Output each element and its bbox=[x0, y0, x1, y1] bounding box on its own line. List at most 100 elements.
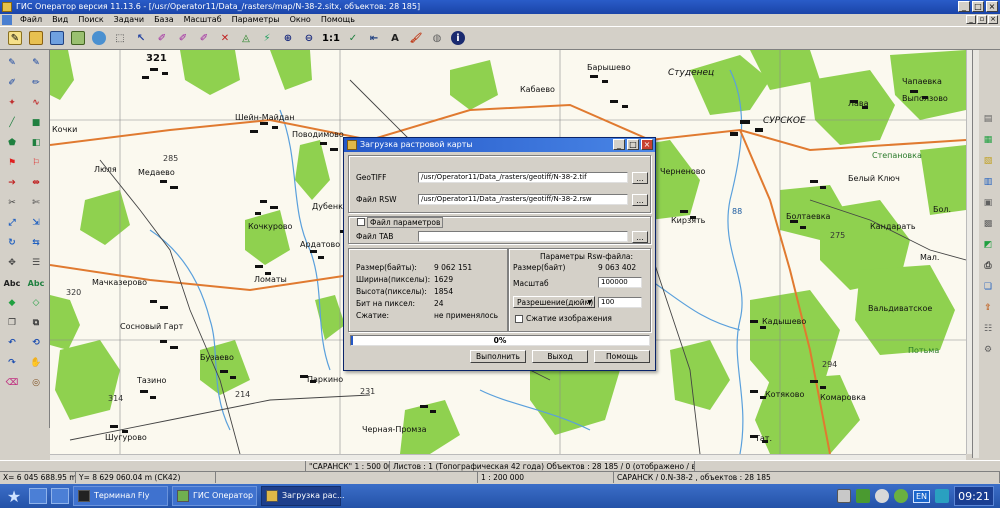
menu-file[interactable]: Файл bbox=[15, 14, 47, 26]
new-map-button[interactable]: ✎ bbox=[6, 29, 24, 47]
delete-selection-button[interactable]: ✕ bbox=[216, 29, 234, 47]
target-tool[interactable]: ◎ bbox=[27, 374, 45, 392]
layers-button[interactable] bbox=[69, 29, 87, 47]
select-button[interactable]: ⬚ bbox=[111, 29, 129, 47]
right-tool-4[interactable]: ▥ bbox=[979, 173, 997, 191]
text-tool-1[interactable]: Abc bbox=[3, 274, 21, 292]
spline-tool[interactable]: ∿ bbox=[27, 94, 45, 112]
mirror-tool[interactable]: ⇆ bbox=[27, 234, 45, 252]
arrow-tool[interactable]: ➔ bbox=[3, 174, 21, 192]
right-tool-8[interactable]: ⎙ bbox=[979, 257, 997, 275]
text-tool-2[interactable]: Abc bbox=[27, 274, 45, 292]
menu-scale[interactable]: Масштаб bbox=[179, 14, 227, 26]
draw-tool[interactable]: ✏ bbox=[27, 74, 45, 92]
rsw-browse-button[interactable]: ... bbox=[632, 194, 648, 206]
copy-tool[interactable]: ❐ bbox=[3, 314, 21, 332]
scale-field[interactable]: 100000 bbox=[598, 277, 642, 288]
undo-tool[interactable]: ↶ bbox=[3, 334, 21, 352]
scissors-tool[interactable]: ✄ bbox=[27, 194, 45, 212]
task-gis-operator[interactable]: ГИС Оператор bbox=[172, 486, 257, 506]
clock[interactable]: 09:21 bbox=[954, 486, 994, 506]
pencil2-tool[interactable]: ✎ bbox=[27, 54, 45, 72]
dialog-minimize-button[interactable]: _ bbox=[613, 139, 625, 150]
update-icon[interactable] bbox=[893, 489, 908, 503]
right-tool-6[interactable]: ▩ bbox=[979, 215, 997, 233]
redo-tool[interactable]: ↷ bbox=[3, 354, 21, 372]
line-tool[interactable]: ╱ bbox=[3, 114, 21, 132]
connect-tool[interactable]: ⤢ bbox=[3, 214, 21, 232]
close-button[interactable]: × bbox=[986, 1, 998, 12]
lightning-button[interactable]: ⚡ bbox=[258, 29, 276, 47]
geotiff-field[interactable]: /usr/Operator11/Data_/rasters/geotiff/N-… bbox=[418, 172, 628, 183]
info-button[interactable]: i bbox=[449, 29, 467, 47]
check-button[interactable]: ✓ bbox=[344, 29, 362, 47]
doc-restore-button[interactable]: ▫ bbox=[977, 15, 987, 24]
zoom-out-button[interactable]: ⊖ bbox=[300, 29, 318, 47]
rsw-field[interactable]: /usr/Operator11/Data_/rasters/geotiff/N-… bbox=[418, 194, 628, 205]
dialog-close-button[interactable]: × bbox=[641, 139, 653, 150]
extend-tool[interactable]: ⇲ bbox=[27, 214, 45, 232]
cut-tool[interactable]: ✂ bbox=[3, 194, 21, 212]
polygon-tool[interactable]: ⬟ bbox=[3, 134, 21, 152]
doc-minimize-button[interactable]: _ bbox=[966, 15, 976, 24]
right-tool-7[interactable]: ◩ bbox=[979, 236, 997, 254]
menu-tasks[interactable]: Задачи bbox=[109, 14, 149, 26]
quicklaunch-files[interactable] bbox=[51, 488, 69, 504]
move-tool[interactable]: ✥ bbox=[3, 254, 21, 272]
square-tool[interactable]: ■ bbox=[27, 114, 45, 132]
resolution-select[interactable]: Разрешение(дюйм) ▼ bbox=[513, 296, 595, 308]
align-tool[interactable]: ☰ bbox=[27, 254, 45, 272]
rotate-tool[interactable]: ↻ bbox=[3, 234, 21, 252]
split-tool[interactable]: ⇹ bbox=[27, 174, 45, 192]
right-tool-2[interactable]: ▦ bbox=[979, 131, 997, 149]
right-tool-9[interactable]: ❏ bbox=[979, 278, 997, 296]
maximize-button[interactable]: □ bbox=[972, 1, 984, 12]
marker3-button[interactable]: ✐ bbox=[195, 29, 213, 47]
menu-parameters[interactable]: Параметры bbox=[227, 14, 285, 26]
volume-icon[interactable] bbox=[874, 489, 889, 503]
printer-icon[interactable] bbox=[836, 489, 851, 503]
open-button[interactable] bbox=[27, 29, 45, 47]
flag2-tool[interactable]: ⚐ bbox=[27, 154, 45, 172]
area-tool[interactable]: ◧ bbox=[27, 134, 45, 152]
params-file-checkbox[interactable] bbox=[357, 218, 365, 226]
compress-image-checkbox[interactable] bbox=[515, 315, 523, 323]
back-button[interactable]: ⇤ bbox=[365, 29, 383, 47]
right-tool-3[interactable]: ▧ bbox=[979, 152, 997, 170]
menu-database[interactable]: База bbox=[149, 14, 179, 26]
right-tool-11[interactable]: ☷ bbox=[979, 320, 997, 338]
task-raster-load[interactable]: Загрузка рас... bbox=[261, 486, 345, 506]
menu-help[interactable]: Помощь bbox=[316, 14, 360, 26]
network-icon[interactable] bbox=[855, 489, 870, 503]
document-icon[interactable] bbox=[2, 15, 12, 25]
keyboard-layout[interactable]: EN bbox=[912, 489, 930, 503]
database-button[interactable] bbox=[90, 29, 108, 47]
dialog-maximize-button[interactable]: □ bbox=[627, 139, 639, 150]
minimize-button[interactable]: _ bbox=[958, 1, 970, 12]
paint-button[interactable]: 🖌 bbox=[407, 29, 425, 47]
pencil-tool[interactable]: ✎ bbox=[3, 54, 21, 72]
zoom-in-button[interactable]: ⊕ bbox=[279, 29, 297, 47]
right-tool-5[interactable]: ▣ bbox=[979, 194, 997, 212]
tab-file-field[interactable] bbox=[418, 231, 628, 242]
paint-tool[interactable]: ◆ bbox=[3, 294, 21, 312]
help-button[interactable]: Помощь bbox=[594, 350, 650, 363]
scale-1-1-button[interactable]: 1:1 bbox=[321, 29, 341, 47]
start-button[interactable]: ★ bbox=[3, 485, 25, 507]
menu-search[interactable]: Поиск bbox=[73, 14, 108, 26]
geotiff-browse-button[interactable]: ... bbox=[632, 172, 648, 184]
exit-button[interactable]: Выход bbox=[532, 350, 588, 363]
execute-button[interactable]: Выполнить bbox=[470, 350, 526, 363]
measure-button[interactable]: ◬ bbox=[237, 29, 255, 47]
flag-tool[interactable]: ⚑ bbox=[3, 154, 21, 172]
fill-button[interactable]: ◍ bbox=[428, 29, 446, 47]
quicklaunch-desktop[interactable] bbox=[29, 488, 47, 504]
doc-close-button[interactable]: × bbox=[988, 15, 998, 24]
open-data-button[interactable] bbox=[48, 29, 66, 47]
marker2-button[interactable]: ✐ bbox=[174, 29, 192, 47]
right-tool-1[interactable]: ▤ bbox=[979, 110, 997, 128]
tab-browse-button[interactable]: ... bbox=[632, 231, 648, 243]
edit-tool[interactable]: ✐ bbox=[3, 74, 21, 92]
battery-icon[interactable] bbox=[935, 489, 949, 503]
right-tool-12[interactable]: ⚙ bbox=[979, 341, 997, 359]
